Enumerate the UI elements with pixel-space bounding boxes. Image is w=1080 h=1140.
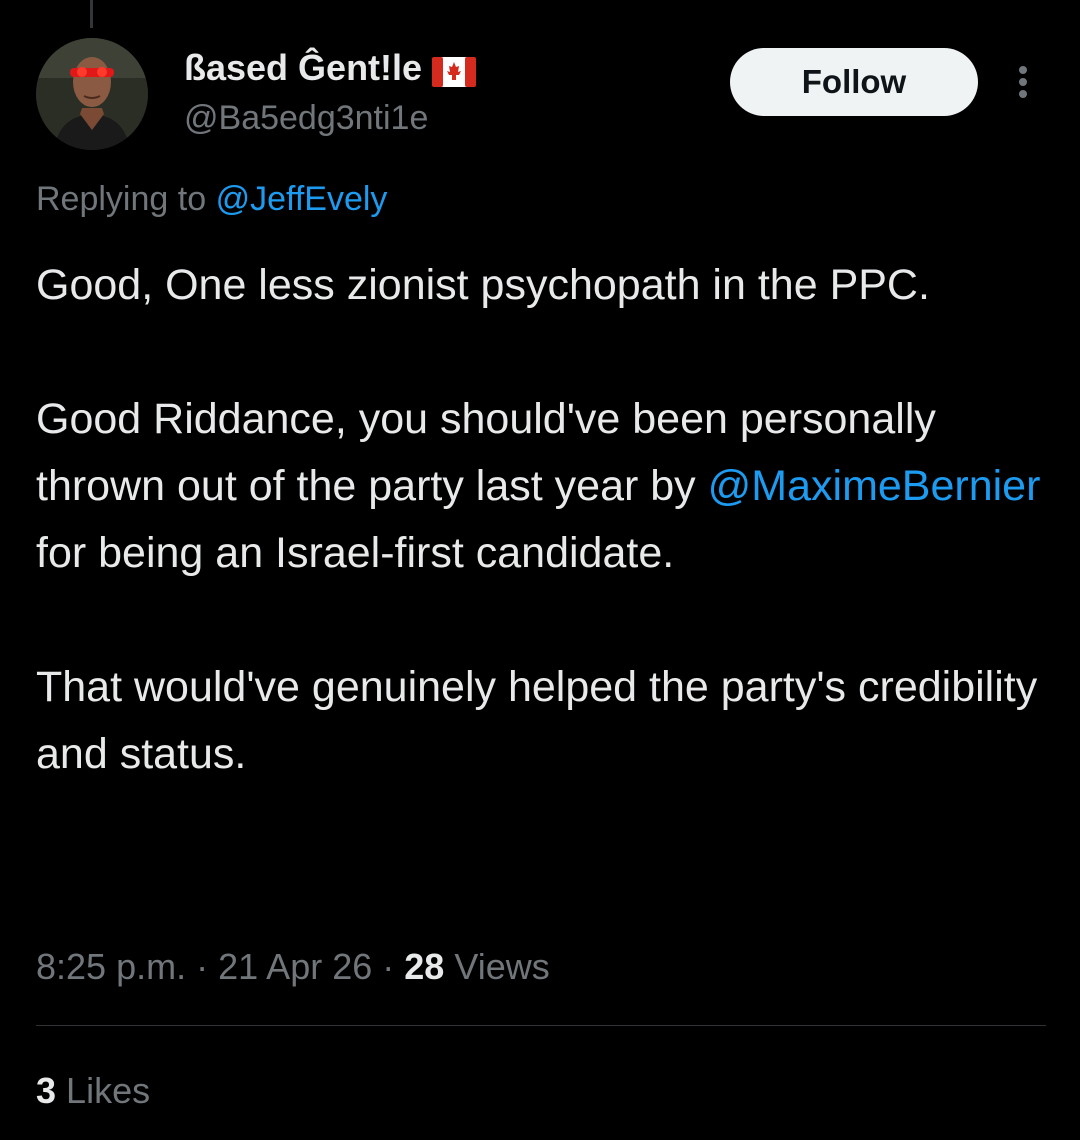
meta-separator: · [196, 946, 209, 987]
author-identity: ßased Ĝent!le @Ba5edg3nti1e [184, 46, 477, 140]
tweet-paragraph-1: Good, One less zionist psychopath in the… [36, 261, 930, 309]
author-display-name[interactable]: ßased Ĝent!le [184, 46, 477, 90]
likes-label: Likes [66, 1070, 151, 1111]
author-display-name-text: ßased Ĝent!le [184, 47, 423, 88]
reply-mention-link[interactable]: @JeffEvely [216, 180, 388, 218]
thread-connector-line [90, 0, 93, 28]
likes-count: 3 [36, 1070, 57, 1111]
divider [36, 1025, 1046, 1026]
likes-stat[interactable]: 3 Likes [36, 1064, 150, 1118]
author-handle[interactable]: @Ba5edg3nti1e [184, 96, 476, 140]
more-vertical-icon[interactable] [1008, 62, 1038, 102]
tweet-date[interactable]: 21 Apr 26 [218, 946, 372, 987]
follow-button[interactable]: Follow [730, 48, 978, 116]
tweet-paragraph-3: That would've genuinely helped the party… [36, 663, 1038, 778]
canada-flag-icon [432, 53, 477, 87]
tweet-paragraph-2: Good Riddance, you should've been person… [36, 386, 1056, 587]
views-label: Views [454, 946, 550, 987]
profile-avatar[interactable] [36, 38, 148, 150]
tweet-paragraph-2-after: for being an Israel-first candidate. [36, 529, 675, 577]
mention-link-maximebernier[interactable]: @MaximeBernier [708, 462, 1041, 510]
tweet-text: Good, One less zionist psychopath in the… [36, 252, 1056, 788]
tweet-time[interactable]: 8:25 p.m. [36, 946, 186, 987]
views-count: 28 [404, 946, 445, 987]
reply-context: Replying to @JeffEvely [36, 180, 387, 219]
tweet-header: ßased Ĝent!le @Ba5edg3nti1e Follow [36, 38, 1046, 150]
tweet-meta: 8:25 p.m. · 21 Apr 26 · 28 Views [36, 940, 550, 994]
reply-context-prefix: Replying to [36, 180, 207, 218]
meta-separator: · [382, 946, 395, 987]
